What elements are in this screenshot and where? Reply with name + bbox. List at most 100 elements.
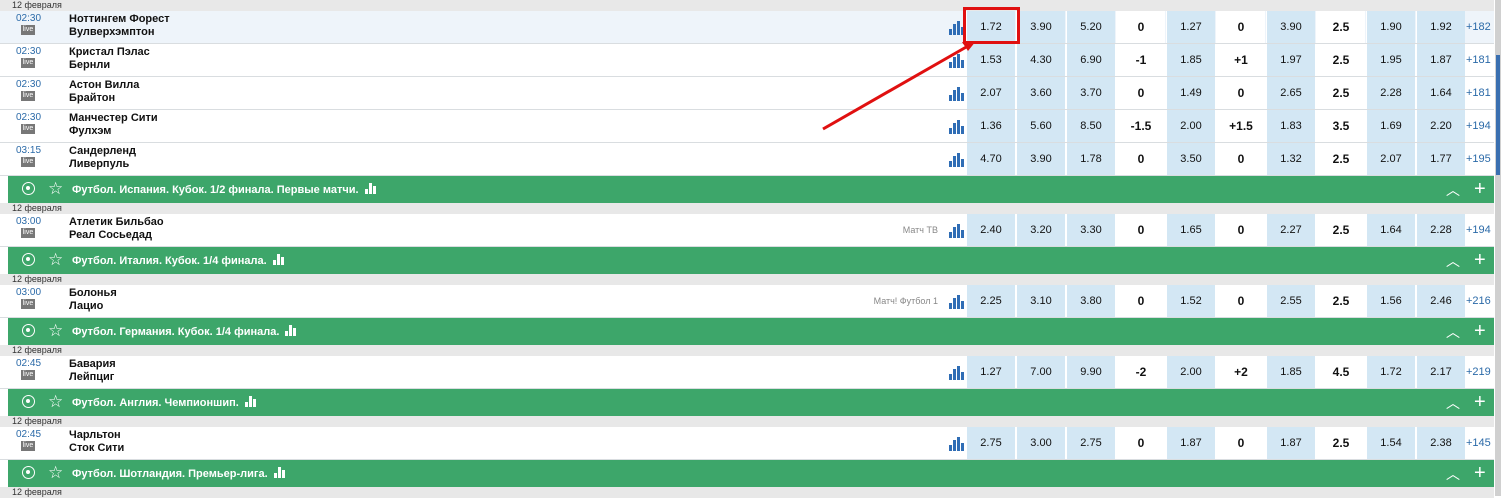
odd-under[interactable]: 2.38: [1416, 427, 1465, 459]
more-markets-link[interactable]: +182: [1466, 11, 1491, 43]
more-markets-link[interactable]: +219: [1466, 356, 1491, 388]
match-row[interactable]: 02:45 live Чарльтон Сток Сити 2.75 3.00 2.75 0 1…: [0, 427, 1494, 460]
league-title[interactable]: Футбол. Испания. Кубок. 1/2 финала. Перв…: [72, 183, 378, 196]
odd-draw[interactable]: 4.30: [1016, 44, 1065, 76]
odd-handicap-away[interactable]: 2.55: [1266, 285, 1315, 317]
away-team[interactable]: Сток Сити: [69, 442, 124, 454]
away-team[interactable]: Лацио: [69, 300, 103, 312]
odd-away[interactable]: 3.70: [1066, 77, 1115, 109]
away-team[interactable]: Ливерпуль: [69, 158, 129, 170]
odd-home[interactable]: 2.75: [966, 427, 1015, 459]
odd-draw[interactable]: 3.90: [1016, 11, 1065, 43]
match-row[interactable]: 03:00 live Атлетик Бильбао Реал Сосьедад Мат…: [0, 214, 1494, 247]
stats-bar-chart-icon[interactable]: [949, 153, 966, 167]
odd-draw[interactable]: 3.00: [1016, 427, 1065, 459]
home-team[interactable]: Чарльтон: [69, 429, 121, 441]
chevron-up-icon[interactable]: ︿: [1446, 464, 1460, 484]
odd-over[interactable]: 1.95: [1366, 44, 1415, 76]
odd-handicap-home[interactable]: 3.50: [1166, 143, 1215, 175]
odd-home[interactable]: 2.25: [966, 285, 1015, 317]
odd-handicap-home[interactable]: 1.49: [1166, 77, 1215, 109]
home-team[interactable]: Бавария: [69, 358, 116, 370]
odd-under[interactable]: 2.46: [1416, 285, 1465, 317]
odd-handicap-home[interactable]: 1.85: [1166, 44, 1215, 76]
league-title[interactable]: Футбол. Шотландия. Премьер-лига.: [72, 467, 287, 480]
home-team[interactable]: Манчестер Сити: [69, 112, 158, 124]
odd-away[interactable]: 1.78: [1066, 143, 1115, 175]
home-team[interactable]: Кристал Пэлас: [69, 46, 150, 58]
odd-over[interactable]: 1.72: [1366, 356, 1415, 388]
stats-bar-chart-icon[interactable]: [949, 120, 966, 134]
odd-home[interactable]: 2.07: [966, 77, 1015, 109]
odd-over[interactable]: 1.64: [1366, 214, 1415, 246]
league-title[interactable]: Футбол. Англия. Чемпионшип.: [72, 396, 258, 409]
odd-over[interactable]: 1.54: [1366, 427, 1415, 459]
more-markets-link[interactable]: +195: [1466, 143, 1491, 175]
odd-draw[interactable]: 3.60: [1016, 77, 1065, 109]
odd-handicap-away[interactable]: 2.65: [1266, 77, 1315, 109]
match-row[interactable]: 02:30 live Астон Вилла Брайтон 2.07 3.60 3.70 0…: [0, 77, 1494, 110]
stats-bar-chart-icon[interactable]: [949, 437, 966, 451]
odd-handicap-away[interactable]: 1.83: [1266, 110, 1315, 142]
odd-handicap-away[interactable]: 2.27: [1266, 214, 1315, 246]
odd-draw[interactable]: 3.20: [1016, 214, 1065, 246]
odd-draw[interactable]: 3.10: [1016, 285, 1065, 317]
odd-home[interactable]: 1.27: [966, 356, 1015, 388]
odd-under[interactable]: 2.17: [1416, 356, 1465, 388]
odd-home[interactable]: 1.53: [966, 44, 1015, 76]
chevron-up-icon[interactable]: ︿: [1446, 251, 1460, 271]
odd-draw[interactable]: 7.00: [1016, 356, 1065, 388]
odd-under[interactable]: 1.64: [1416, 77, 1465, 109]
match-row[interactable]: 02:30 live Кристал Пэлас Бернли 1.53 4.30 6.90…: [0, 44, 1494, 77]
odd-handicap-away[interactable]: 1.97: [1266, 44, 1315, 76]
chevron-up-icon[interactable]: ︿: [1446, 322, 1460, 342]
odd-over[interactable]: 2.07: [1366, 143, 1415, 175]
away-team[interactable]: Реал Сосьедад: [69, 229, 152, 241]
away-team[interactable]: Фулхэм: [69, 125, 111, 137]
odd-over[interactable]: 1.90: [1366, 11, 1415, 43]
odd-under[interactable]: 2.20: [1416, 110, 1465, 142]
odd-away[interactable]: 2.75: [1066, 427, 1115, 459]
chevron-up-icon[interactable]: ︿: [1446, 180, 1460, 200]
match-row[interactable]: 02:45 live Бавария Лейпциг 1.27 7.00 9.90 -2 2.0…: [0, 356, 1494, 389]
star-icon[interactable]: ☆: [48, 250, 63, 270]
odd-over[interactable]: 1.69: [1366, 110, 1415, 142]
odd-away[interactable]: 9.90: [1066, 356, 1115, 388]
stats-bar-chart-icon[interactable]: [949, 87, 966, 101]
plus-icon[interactable]: +: [1474, 319, 1486, 343]
more-markets-link[interactable]: +181: [1466, 77, 1491, 109]
plus-icon[interactable]: +: [1474, 461, 1486, 485]
odd-home[interactable]: 4.70: [966, 143, 1015, 175]
odd-handicap-home[interactable]: 2.00: [1166, 110, 1215, 142]
match-row[interactable]: 03:15 live Сандерленд Ливерпуль 4.70 3.90 1.78…: [0, 143, 1494, 176]
odd-draw[interactable]: 3.90: [1016, 143, 1065, 175]
odd-handicap-away[interactable]: 1.87: [1266, 427, 1315, 459]
home-team[interactable]: Астон Вилла: [69, 79, 139, 91]
plus-icon[interactable]: +: [1474, 390, 1486, 414]
odd-over[interactable]: 2.28: [1366, 77, 1415, 109]
odd-under[interactable]: 1.92: [1416, 11, 1465, 43]
league-header[interactable]: ☆ Футбол. Испания. Кубок. 1/2 финала. Пер…: [8, 176, 1494, 203]
odd-draw[interactable]: 5.60: [1016, 110, 1065, 142]
odd-over[interactable]: 1.56: [1366, 285, 1415, 317]
match-row[interactable]: 02:30 live Манчестер Сити Фулхэм 1.36 5.60 8.5…: [0, 110, 1494, 143]
league-title[interactable]: Футбол. Германия. Кубок. 1/4 финала.: [72, 325, 298, 338]
more-markets-link[interactable]: +194: [1466, 110, 1491, 142]
match-row[interactable]: 02:30 live Ноттингем Форест Вулверхэмптон 1.…: [0, 11, 1494, 44]
league-header[interactable]: ☆ Футбол. Шотландия. Премьер-лига. ︿ +: [8, 460, 1494, 487]
odd-handicap-home[interactable]: 2.00: [1166, 356, 1215, 388]
home-team[interactable]: Сандерленд: [69, 145, 136, 157]
plus-icon[interactable]: +: [1474, 248, 1486, 272]
odd-away[interactable]: 6.90: [1066, 44, 1115, 76]
odd-handicap-home[interactable]: 1.65: [1166, 214, 1215, 246]
odd-handicap-home[interactable]: 1.87: [1166, 427, 1215, 459]
odd-handicap-away[interactable]: 3.90: [1266, 11, 1315, 43]
star-icon[interactable]: ☆: [48, 463, 63, 483]
more-markets-link[interactable]: +194: [1466, 214, 1491, 246]
league-header[interactable]: ☆ Футбол. Италия. Кубок. 1/4 финала. ︿ +: [8, 247, 1494, 274]
more-markets-link[interactable]: +181: [1466, 44, 1491, 76]
odd-under[interactable]: 2.28: [1416, 214, 1465, 246]
more-markets-link[interactable]: +216: [1466, 285, 1491, 317]
odd-home[interactable]: 1.36: [966, 110, 1015, 142]
league-header[interactable]: ☆ Футбол. Германия. Кубок. 1/4 финала. ︿ +: [8, 318, 1494, 345]
